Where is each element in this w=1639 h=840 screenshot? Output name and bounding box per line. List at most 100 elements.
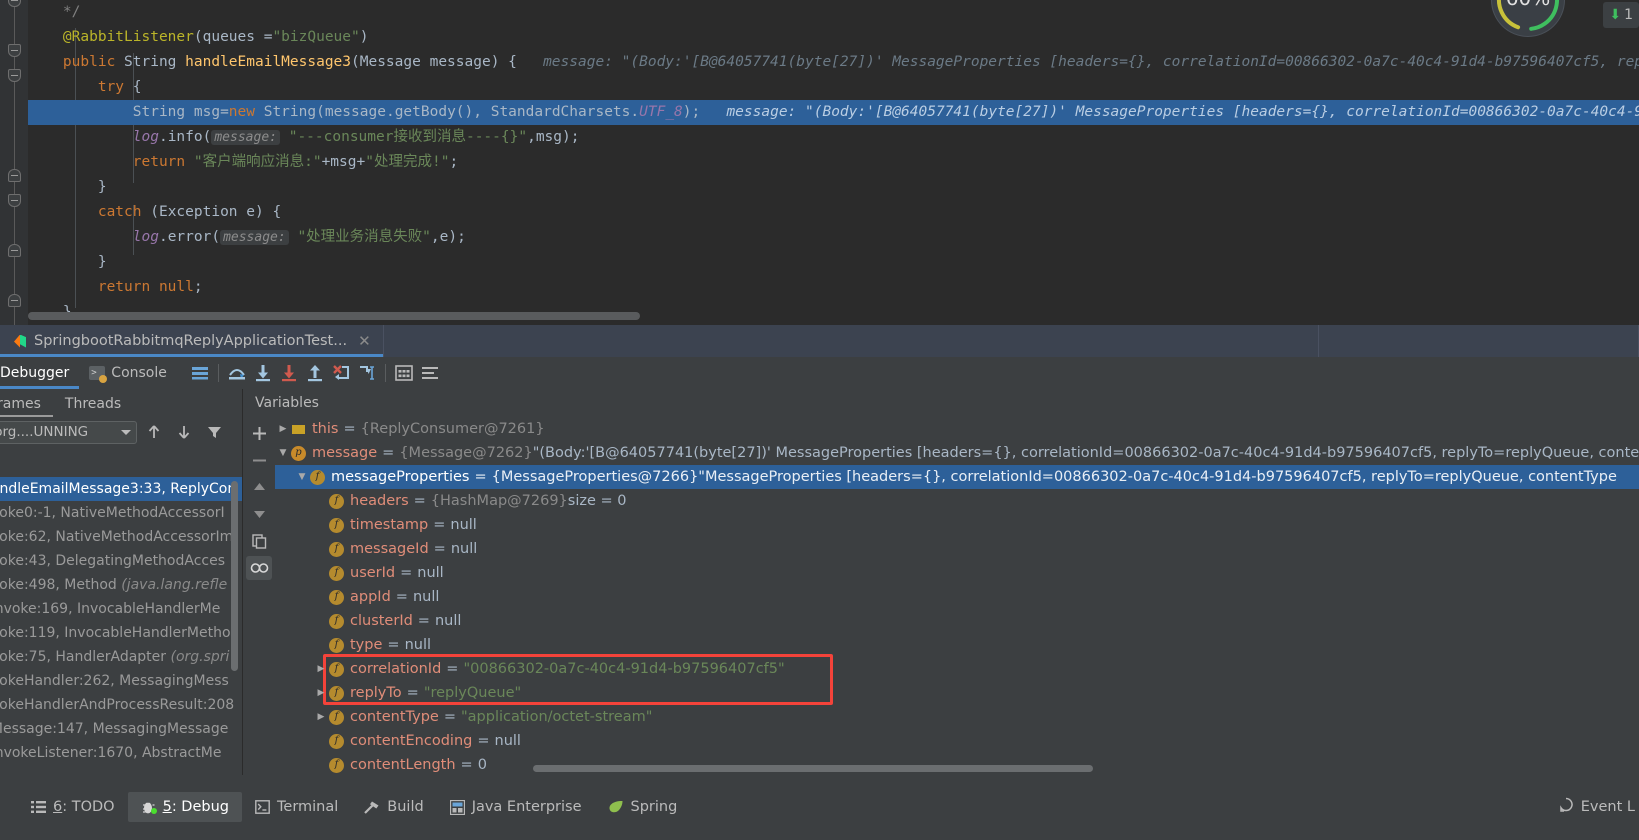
variable-row[interactable]: f appId = null bbox=[275, 585, 1639, 609]
fold-marker[interactable] bbox=[8, 44, 21, 57]
frame-row[interactable]: nvoke:62, NativeMethodAccessorIm bbox=[0, 525, 242, 549]
frame-row[interactable]: nvoke:498, Method (java.lang.refle bbox=[0, 573, 242, 597]
status-bar-item-debug[interactable]: 5: Debug bbox=[127, 792, 242, 822]
frame-row[interactable]: nvoke:43, DelegatingMethodAcces bbox=[0, 549, 242, 573]
filter-icon[interactable] bbox=[201, 419, 227, 445]
remove-watch-icon[interactable] bbox=[246, 448, 272, 472]
fold-marker[interactable] bbox=[8, 294, 21, 307]
frame-row[interactable]: nMessage:147, MessagingMessage bbox=[0, 717, 242, 741]
tab-console[interactable]: > Console bbox=[79, 357, 177, 389]
code-line[interactable]: try { bbox=[28, 75, 1639, 100]
watches-icon[interactable] bbox=[246, 556, 272, 580]
move-down-icon[interactable] bbox=[171, 419, 197, 445]
variable-row[interactable]: ▶ f contentType = "application/octet-stream" bbox=[275, 705, 1639, 729]
frames-list[interactable]: handleEmailMessage3:33, ReplyCon nvoke0:-… bbox=[0, 477, 242, 775]
status-bar-item-build[interactable]: Build bbox=[351, 792, 436, 822]
fold-marker[interactable] bbox=[8, 244, 21, 257]
run-tab-springboot-test[interactable]: SpringbootRabbitmqReplyApplicationTest..… bbox=[0, 325, 384, 357]
status-bar-item-javaenterprise[interactable]: Java Enterprise bbox=[437, 792, 595, 822]
frame-row[interactable]: oInvoke:169, InvocableHandlerMe bbox=[0, 597, 242, 621]
run-to-cursor-icon[interactable] bbox=[354, 360, 380, 386]
fold-marker[interactable] bbox=[8, 169, 21, 182]
chevron-right-icon[interactable]: ▶ bbox=[313, 705, 329, 729]
settings-icon[interactable] bbox=[417, 360, 443, 386]
fold-marker[interactable] bbox=[8, 0, 21, 7]
thread-selector[interactable]: "org....UNNING bbox=[0, 420, 137, 444]
variable-row[interactable]: f headers = {HashMap@7269} size = 0 bbox=[275, 489, 1639, 513]
variable-row[interactable]: f timestamp = null bbox=[275, 513, 1639, 537]
chevron-right-icon[interactable]: ▶ bbox=[313, 657, 329, 681]
run-configuration-tabstrip[interactable]: SpringbootRabbitmqReplyApplicationTest..… bbox=[0, 325, 1639, 357]
chevron-down-icon[interactable]: ▼ bbox=[294, 465, 310, 489]
event-log-button[interactable]: Event L bbox=[1558, 789, 1639, 825]
fold-marker[interactable] bbox=[8, 69, 21, 82]
code-line[interactable]: public String handleEmailMessage3(Messag… bbox=[28, 50, 1639, 75]
frames-scrollbar[interactable] bbox=[231, 481, 238, 671]
code-line[interactable]: log.error(message: "处理业务消息失败",e); bbox=[28, 225, 1639, 250]
frame-row[interactable]: handleEmailMessage3:33, ReplyCon bbox=[0, 477, 242, 501]
chevron-right-icon[interactable]: ▶ bbox=[275, 417, 291, 441]
variable-row[interactable]: ▶ this = {ReplyConsumer@7261} bbox=[275, 417, 1639, 441]
code-line[interactable]: */ bbox=[28, 0, 1639, 25]
variable-row[interactable]: f contentEncoding = null bbox=[275, 729, 1639, 753]
chevron-down-icon[interactable]: ▼ bbox=[275, 441, 291, 465]
watch-toolbar[interactable] bbox=[243, 417, 275, 775]
code-line[interactable]: log.info(message: "---consumer接收到消息----{… bbox=[28, 125, 1639, 150]
code-line[interactable]: } bbox=[28, 175, 1639, 200]
variable-row[interactable]: f clusterId = null bbox=[275, 609, 1639, 633]
frame-row[interactable]: oInvokeListener:1670, AbstractMe bbox=[0, 741, 242, 765]
tab-threads[interactable]: Threads bbox=[53, 396, 133, 417]
code-line[interactable]: catch (Exception e) { bbox=[28, 200, 1639, 225]
status-bar-item-label: 6: TODO bbox=[53, 799, 115, 815]
variable-row[interactable]: f type = null bbox=[275, 633, 1639, 657]
variable-row[interactable]: ▼ p message = {Message@7262} "(Body:'[B@6405… bbox=[275, 441, 1639, 465]
layout-settings-icon[interactable] bbox=[187, 360, 213, 386]
variables-tree[interactable]: ▶ this = {ReplyConsumer@7261} ▼ p message = {Mes… bbox=[275, 417, 1639, 775]
variable-row[interactable]: ▶ f correlationId = "00866302-0a7c-40c4-91d4… bbox=[275, 657, 1639, 681]
variable-row[interactable]: ▶ f replyTo = "replyQueue" bbox=[275, 681, 1639, 705]
frames-pane-tabs[interactable]: Frames Threads bbox=[0, 389, 242, 417]
tab-debugger[interactable]: Debugger bbox=[0, 357, 80, 389]
chevron-right-icon[interactable]: ▶ bbox=[313, 681, 329, 705]
force-step-into-icon[interactable] bbox=[276, 360, 302, 386]
fold-marker[interactable] bbox=[8, 194, 21, 207]
frame-row[interactable]: nvoke:119, InvocableHandlerMetho bbox=[0, 621, 242, 645]
evaluate-expression-icon[interactable] bbox=[391, 360, 417, 386]
copy-icon[interactable] bbox=[246, 529, 272, 553]
code-line[interactable]: return "客户端响应消息:"+msg+"处理完成!"; bbox=[28, 150, 1639, 175]
frames-toolbar[interactable]: "org....UNNING bbox=[0, 417, 242, 447]
download-indicator[interactable]: ⬇ 1 bbox=[1603, 2, 1639, 28]
frame-row[interactable]: nvokeHandler:262, MessagingMess bbox=[0, 669, 242, 693]
debug-toolbar[interactable]: Debugger > Console bbox=[0, 357, 1639, 389]
status-bar-item-todo[interactable]: 6: TODO bbox=[18, 792, 128, 822]
step-over-icon[interactable] bbox=[224, 360, 250, 386]
down-icon[interactable] bbox=[246, 502, 272, 526]
frame-row[interactable]: nvokeHandlerAndProcessResult:208 bbox=[0, 693, 242, 717]
code-lines[interactable]: */ @RabbitListener(queues ="bizQueue") p… bbox=[28, 0, 1639, 325]
variable-row[interactable]: f userId = null bbox=[275, 561, 1639, 585]
move-up-icon[interactable] bbox=[141, 419, 167, 445]
editor-horizontal-scrollbar[interactable] bbox=[28, 312, 640, 320]
tab-frames[interactable]: Frames bbox=[0, 396, 53, 417]
close-icon[interactable]: ✕ bbox=[358, 332, 371, 350]
status-bar-item-terminal[interactable]: Terminal bbox=[242, 792, 351, 822]
memory-gauge[interactable]: 60% bbox=[1492, 0, 1564, 36]
up-icon[interactable] bbox=[246, 475, 272, 499]
code-line[interactable]: @RabbitListener(queues ="bizQueue") bbox=[28, 25, 1639, 50]
code-line[interactable]: String msg=new String(message.getBody(),… bbox=[28, 100, 1639, 125]
code-line[interactable]: return null; bbox=[28, 275, 1639, 300]
add-watch-icon[interactable] bbox=[246, 421, 272, 445]
variable-row[interactable]: ▼ f messageProperties = {MessageProperties@7… bbox=[275, 465, 1639, 489]
step-into-icon[interactable] bbox=[250, 360, 276, 386]
variables-horizontal-scrollbar[interactable] bbox=[533, 765, 1093, 772]
code-line[interactable]: } bbox=[28, 250, 1639, 275]
drop-frame-icon[interactable] bbox=[328, 360, 354, 386]
status-bar-item-spring[interactable]: Spring bbox=[595, 792, 691, 822]
frame-row[interactable]: nvoke:75, HandlerAdapter (org.spri bbox=[0, 645, 242, 669]
frame-row[interactable]: nvoke0:-1, NativeMethodAccessorI bbox=[0, 501, 242, 525]
code-editor[interactable]: */ @RabbitListener(queues ="bizQueue") p… bbox=[0, 0, 1639, 325]
tool-window-buttons[interactable]: 6: TODO 5: Debug Terminal Build Java Enterpr… bbox=[0, 789, 1639, 825]
variable-row[interactable]: f messageId = null bbox=[275, 537, 1639, 561]
editor-gutter[interactable] bbox=[0, 0, 28, 325]
step-out-icon[interactable] bbox=[302, 360, 328, 386]
